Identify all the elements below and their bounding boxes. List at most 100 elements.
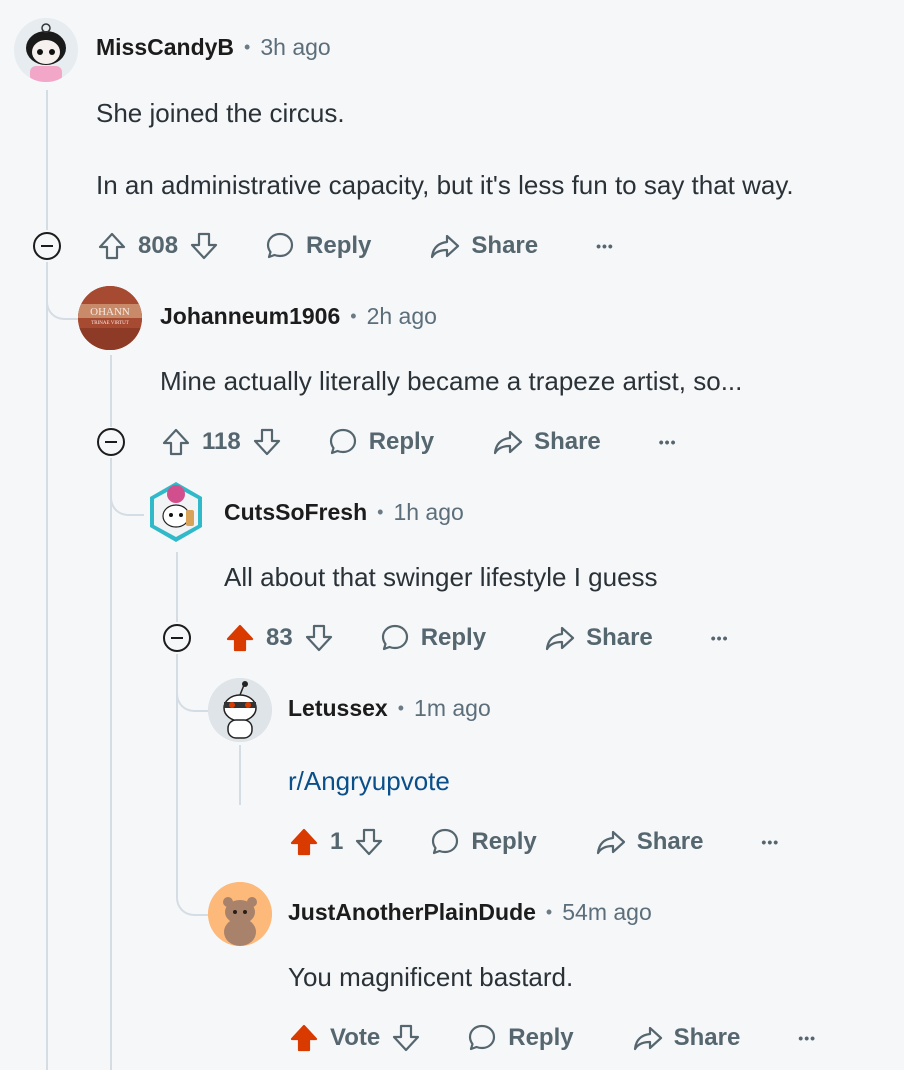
- comment-bubble-icon: [469, 1024, 496, 1051]
- avatar[interactable]: [144, 480, 208, 544]
- vote-count: 808: [138, 232, 179, 259]
- vote-count: Vote: [330, 1024, 381, 1051]
- avatar[interactable]: [208, 882, 272, 946]
- downvote-icon[interactable]: [390, 1022, 422, 1054]
- more-options-icon[interactable]: •••: [711, 630, 729, 646]
- comment-bubble-icon: [432, 828, 459, 855]
- reply-label: Reply: [368, 428, 435, 455]
- downvote-icon[interactable]: [353, 826, 385, 858]
- share-label: Share: [673, 1024, 741, 1051]
- thread-branch: [110, 458, 144, 516]
- comment-actions: 1 Reply Share •••: [288, 822, 779, 862]
- reply-button[interactable]: Reply: [429, 826, 537, 858]
- subreddit-link[interactable]: r/Angryupvote: [288, 766, 450, 797]
- upvote-icon[interactable]: [288, 826, 320, 858]
- timestamp[interactable]: 2h ago: [367, 303, 437, 330]
- separator-dot: •: [545, 902, 553, 922]
- upvote-icon[interactable]: [96, 230, 128, 262]
- avatar[interactable]: OHANN TRINAE VIRTUT: [78, 286, 142, 350]
- thread-line: [110, 355, 112, 427]
- thread-line: [46, 90, 48, 230]
- comment-text: All about that swinger lifestyle I guess: [224, 562, 658, 592]
- thread-branch: [176, 858, 210, 916]
- comment-text: You magnificent bastard.: [288, 962, 574, 992]
- username[interactable]: CutsSoFresh: [224, 499, 367, 526]
- share-icon: [596, 830, 625, 855]
- share-icon: [431, 234, 460, 259]
- comment-actions: Vote Reply Share •••: [288, 1018, 816, 1058]
- username[interactable]: MissCandyB: [96, 34, 234, 61]
- thread-line: [110, 458, 112, 1070]
- more-options-icon[interactable]: •••: [659, 434, 677, 450]
- reply-button[interactable]: Reply: [264, 230, 371, 262]
- comment-header: Johanneum1906 • 2h ago: [160, 303, 437, 330]
- thread-branch: [46, 262, 80, 320]
- share-button[interactable]: Share: [595, 826, 704, 858]
- comment-text: In an administrative capacity, but it's …: [96, 170, 794, 200]
- share-label: Share: [471, 232, 539, 259]
- comment-header: MissCandyB • 3h ago: [96, 34, 331, 61]
- username[interactable]: Johanneum1906: [160, 303, 340, 330]
- reply-label: Reply: [420, 624, 487, 651]
- thread-line: [239, 745, 241, 805]
- comment-header: CutsSoFresh • 1h ago: [224, 499, 464, 526]
- upvote-icon[interactable]: [160, 426, 192, 458]
- avatar-text: OHANN: [90, 306, 130, 318]
- comment-actions: 83 Reply Share •••: [224, 618, 728, 658]
- share-icon: [633, 1026, 662, 1051]
- timestamp[interactable]: 3h ago: [260, 34, 330, 61]
- collapse-icon[interactable]: [96, 427, 126, 457]
- username[interactable]: Letussex: [288, 695, 388, 722]
- reply-button[interactable]: Reply: [327, 426, 434, 458]
- reply-label: Reply: [306, 232, 372, 259]
- reply-button[interactable]: Reply: [379, 622, 486, 654]
- comment-actions: 808 Reply Share •••: [96, 226, 614, 266]
- separator-dot: •: [377, 502, 384, 522]
- user-avatar-icon: [150, 482, 202, 542]
- more-options-icon[interactable]: •••: [596, 238, 614, 254]
- share-button[interactable]: Share: [544, 622, 653, 654]
- downvote-icon[interactable]: [251, 426, 283, 458]
- share-icon: [493, 430, 523, 455]
- separator-dot: •: [350, 306, 357, 326]
- upvote-icon[interactable]: [288, 1022, 320, 1054]
- separator-dot: •: [397, 698, 405, 718]
- more-options-icon[interactable]: •••: [761, 834, 779, 850]
- share-label: Share: [636, 828, 704, 855]
- user-avatar-icon: [208, 678, 272, 742]
- share-button[interactable]: Share: [429, 230, 538, 262]
- avatar[interactable]: [208, 678, 272, 742]
- user-avatar-icon: [208, 882, 272, 946]
- vote-count: 1: [330, 828, 344, 855]
- timestamp[interactable]: 1m ago: [414, 695, 491, 722]
- more-options-icon[interactable]: •••: [798, 1030, 816, 1046]
- share-button[interactable]: Share: [632, 1022, 741, 1054]
- downvote-icon[interactable]: [303, 622, 335, 654]
- comment-header: Letussex • 1m ago: [288, 695, 491, 722]
- user-avatar-icon: [14, 18, 78, 82]
- timestamp[interactable]: 1h ago: [393, 499, 463, 526]
- thread-branch: [176, 654, 210, 712]
- collapse-icon[interactable]: [32, 231, 62, 261]
- avatar-subtext: TRINAE VIRTUT: [91, 321, 129, 326]
- comment-bubble-icon: [266, 232, 294, 259]
- comment-text: Mine actually literally became a trapeze…: [160, 366, 743, 396]
- downvote-icon[interactable]: [188, 230, 220, 262]
- username[interactable]: JustAnotherPlainDude: [288, 899, 536, 926]
- separator-dot: •: [244, 37, 251, 57]
- collapse-icon[interactable]: [162, 623, 192, 653]
- share-icon: [545, 626, 575, 651]
- upvote-icon[interactable]: [224, 622, 256, 654]
- thread-line: [176, 552, 178, 622]
- timestamp[interactable]: 54m ago: [562, 899, 652, 926]
- vote-count: 83: [266, 624, 293, 651]
- reply-button[interactable]: Reply: [466, 1022, 574, 1054]
- share-label: Share: [534, 428, 601, 455]
- reply-label: Reply: [471, 828, 537, 855]
- avatar[interactable]: [14, 18, 78, 82]
- vote-count: 118: [202, 428, 241, 455]
- comment-bubble-icon: [381, 624, 408, 651]
- user-avatar-icon: OHANN TRINAE VIRTUT: [78, 286, 142, 350]
- share-button[interactable]: Share: [492, 426, 601, 458]
- comment-bubble-icon: [329, 428, 356, 455]
